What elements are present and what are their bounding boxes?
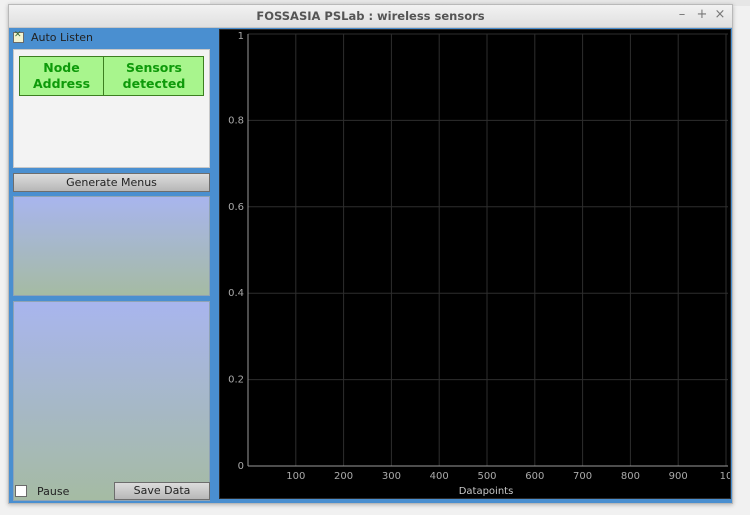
window-title: FOSSASIA PSLab : wireless sensors [256, 9, 485, 23]
pause-checkbox[interactable]: Pause [15, 484, 69, 498]
close-icon[interactable]: × [713, 7, 727, 23]
x-tick-label: 300 [382, 471, 401, 482]
x-axis-label: Datapoints [459, 486, 514, 497]
x-tick-labels: 100 200 300 400 500 600 700 800 900 10 [286, 471, 730, 482]
column-node-address[interactable]: Node Address [20, 57, 104, 95]
checkbox-unchecked-icon[interactable] [15, 485, 27, 497]
auto-listen-label: Auto Listen [31, 30, 94, 44]
generate-menus-button[interactable]: Generate Menus [13, 173, 210, 192]
plot-axes [247, 34, 728, 467]
node-table-header: Node Address Sensors detected [19, 56, 204, 96]
checkbox-checked-icon[interactable] [13, 30, 24, 43]
y-tick-label: 0.6 [228, 202, 244, 213]
x-tick-label: 900 [669, 471, 688, 482]
x-tick-label: 10 [720, 471, 730, 482]
auto-listen-checkbox[interactable]: Auto Listen [13, 29, 93, 45]
minimize-icon[interactable]: – [675, 7, 689, 23]
y-tick-label: 0.8 [228, 115, 244, 126]
plot-grid [248, 33, 728, 467]
column-node-address-line1: Node [43, 60, 80, 75]
menu-panel-upper [13, 196, 210, 296]
x-tick-label: 500 [477, 471, 496, 482]
y-tick-labels: 0 0.2 0.4 0.6 0.8 1 [228, 31, 244, 472]
column-node-address-line2: Address [32, 76, 91, 91]
column-sensors-detected[interactable]: Sensors detected [104, 57, 204, 95]
pause-label: Pause [37, 484, 70, 498]
save-data-button[interactable]: Save Data [114, 482, 210, 500]
y-tick-label: 0 [238, 461, 244, 472]
y-tick-label: 0.2 [228, 375, 244, 386]
x-tick-label: 800 [621, 471, 640, 482]
menu-panel-lower [13, 301, 210, 501]
maximize-icon[interactable]: + [695, 7, 709, 23]
x-tick-label: 600 [525, 471, 544, 482]
main-window: FOSSASIA PSLab : wireless sensors – + × … [8, 4, 733, 504]
column-sensors-detected-line2: detected [122, 76, 186, 91]
x-tick-label: 700 [573, 471, 592, 482]
column-sensors-detected-line1: Sensors [125, 60, 182, 75]
plot-area[interactable]: 0 0.2 0.4 0.6 0.8 1 100 200 300 400 500 600 700 800 9… [219, 29, 731, 499]
title-bar[interactable]: FOSSASIA PSLab : wireless sensors – + × [9, 5, 732, 28]
y-tick-label: 0.4 [228, 288, 244, 299]
x-tick-label: 200 [334, 471, 353, 482]
x-tick-label: 400 [430, 471, 449, 482]
y-tick-label: 1 [238, 31, 244, 42]
plot-svg: 0 0.2 0.4 0.6 0.8 1 100 200 300 400 500 600 700 800 9… [228, 31, 730, 497]
node-list-panel: Node Address Sensors detected [13, 49, 210, 168]
x-tick-label: 100 [286, 471, 305, 482]
